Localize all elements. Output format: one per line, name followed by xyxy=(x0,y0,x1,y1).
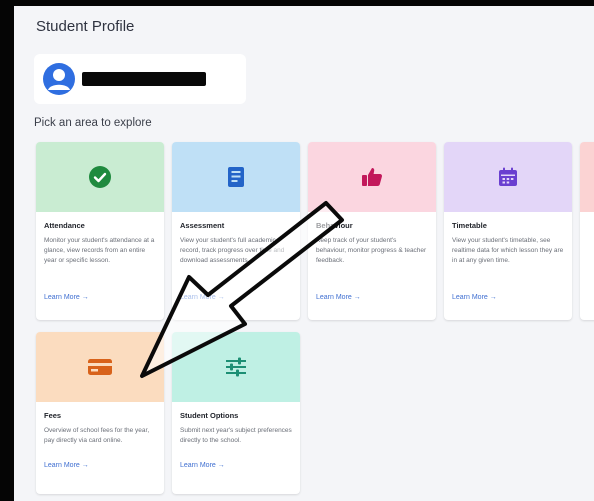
card-partial-header xyxy=(580,142,594,212)
card-student-options-learn-more-link[interactable]: Learn More → xyxy=(180,462,292,469)
card-assessment-description: View your student's full academic record… xyxy=(180,237,285,264)
card-fees-title: Fees xyxy=(44,411,62,420)
card-attendance-description: Monitor your student's attendance at a g… xyxy=(44,237,155,264)
card-timetable[interactable]: Timetable View your student's timetable,… xyxy=(444,142,572,320)
card-attendance-title: Attendance xyxy=(44,221,85,230)
card-assessment-header xyxy=(172,142,300,212)
card-student-options-header xyxy=(172,332,300,402)
card-timetable-title: Timetable xyxy=(452,221,487,230)
card-fees[interactable]: Fees Overview of school fees for the yea… xyxy=(36,332,164,494)
credit-card-icon xyxy=(88,359,112,375)
student-chip[interactable] xyxy=(34,54,246,104)
page-title: Student Profile xyxy=(36,18,135,35)
card-behaviour-header xyxy=(308,142,436,212)
card-student-options-description: Submit next year's subject preferences d… xyxy=(180,427,292,444)
card-partial[interactable] xyxy=(580,142,594,320)
sliders-icon xyxy=(226,357,246,377)
user-avatar-icon xyxy=(43,63,75,95)
explore-label: Pick an area to explore xyxy=(34,117,152,129)
card-student-options[interactable]: Student Options Submit next year's subje… xyxy=(172,332,300,494)
card-assessment-learn-more-link[interactable]: Learn More → xyxy=(180,294,292,301)
card-timetable-description: View your student's timetable, see realt… xyxy=(452,237,564,264)
card-timetable-header xyxy=(444,142,572,212)
card-fees-header xyxy=(36,332,164,402)
card-behaviour[interactable]: Behaviour Keep track of your student's b… xyxy=(308,142,436,320)
card-attendance-learn-more-link[interactable]: Learn More → xyxy=(44,294,156,301)
card-behaviour-title: Behaviour xyxy=(316,221,353,230)
card-attendance-header xyxy=(36,142,164,212)
check-circle-icon xyxy=(89,166,111,188)
card-fees-description: Overview of school fees for the year, pa… xyxy=(44,427,150,444)
student-name-redacted xyxy=(82,72,206,86)
card-attendance[interactable]: Attendance Monitor your student's attend… xyxy=(36,142,164,320)
thumbs-up-icon xyxy=(362,168,382,186)
card-fees-learn-more-link[interactable]: Learn More → xyxy=(44,462,156,469)
student-profile-screen: Student Profile Pick an area to explore … xyxy=(14,6,594,501)
card-behaviour-learn-more-link[interactable]: Learn More → xyxy=(316,294,428,301)
clipboard-icon xyxy=(228,167,244,187)
card-assessment[interactable]: Assessment View your student's full acad… xyxy=(172,142,300,320)
card-student-options-title: Student Options xyxy=(180,411,239,420)
card-behaviour-description: Keep track of your student's behaviour, … xyxy=(316,237,427,264)
card-timetable-learn-more-link[interactable]: Learn More → xyxy=(452,294,564,301)
card-assessment-title: Assessment xyxy=(180,221,225,230)
calendar-icon xyxy=(499,167,517,186)
